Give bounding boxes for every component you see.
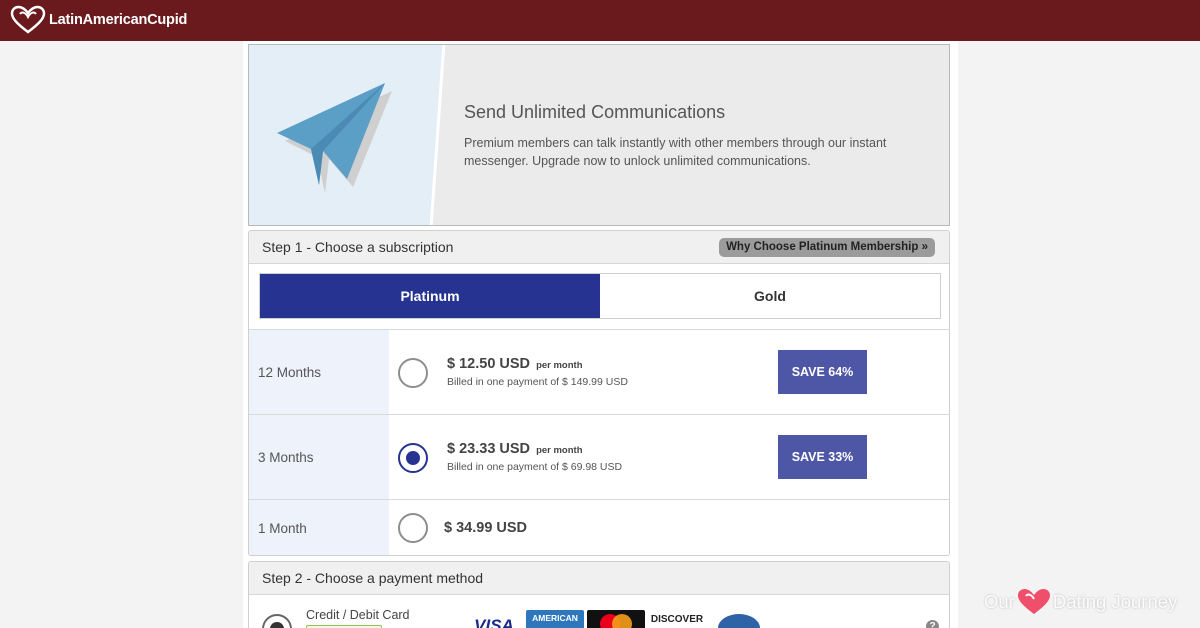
plan-row-1-month[interactable]: 1 Month $ 34.99 USD <box>249 499 949 555</box>
brand-name: LatinAmericanCupid <box>49 12 188 28</box>
banner-description: Premium members can talk instantly with … <box>464 136 887 168</box>
heart-outline-icon <box>10 5 46 34</box>
membership-tabs: Platinum Gold <box>259 273 941 319</box>
plan-radio-12-months[interactable] <box>398 358 428 388</box>
save-badge: SAVE 33% <box>778 435 867 479</box>
payment-radio-card[interactable] <box>262 614 292 628</box>
panel-header: Step 1 - Choose a subscription Why Choos… <box>249 231 949 264</box>
card-logos: VISA AMERICAN DISCOVER <box>465 610 767 628</box>
plan-duration: 12 Months <box>258 365 322 380</box>
plan-radio-3-months[interactable] <box>398 443 428 473</box>
question-circle-icon[interactable]: ? <box>926 620 939 628</box>
watermark-text-left: Our <box>984 591 1015 612</box>
plan-price: $ 23.33 USD per month <box>447 441 583 457</box>
subscription-panel: Step 1 - Choose a subscription Why Choos… <box>248 230 950 556</box>
diners-logo <box>709 610 767 628</box>
tab-gold[interactable]: Gold <box>600 274 940 318</box>
plan-billed-text: Billed in one payment of $ 149.99 USD <box>447 376 628 388</box>
plan-billed-text: Billed in one payment of $ 69.98 USD <box>447 461 623 473</box>
save-badge: SAVE 64% <box>778 350 867 394</box>
tab-platinum[interactable]: Platinum <box>260 274 600 318</box>
mastercard-logo <box>587 610 645 628</box>
why-platinum-button[interactable]: Why Choose Platinum Membership » <box>719 238 935 257</box>
step2-title: Step 2 - Choose a payment method <box>262 570 484 586</box>
plan-duration: 3 Months <box>258 450 314 465</box>
visa-logo: VISA <box>465 610 523 628</box>
brand-logo[interactable]: LatinAmericanCupid <box>10 5 187 35</box>
plan-row-3-months[interactable]: 3 Months $ 23.33 USD per month Billed in… <box>249 414 949 499</box>
watermark: Our Dating Journey <box>984 588 1177 616</box>
banner-title: Send Unlimited Communications <box>464 102 726 122</box>
watermark-text-right: Dating Journey <box>1052 591 1178 612</box>
plan-list: 12 Months $ 12.50 USD per month Billed i… <box>249 329 949 555</box>
payment-panel: Step 2 - Choose a payment method Credit … <box>248 561 950 628</box>
plan-row-12-months[interactable]: 12 Months $ 12.50 USD per month Billed i… <box>249 329 949 414</box>
payment-method-label: Credit / Debit Card <box>306 608 410 622</box>
panel-header: Step 2 - Choose a payment method <box>249 562 949 595</box>
amex-logo: AMERICAN <box>526 610 584 628</box>
plan-radio-1-month[interactable] <box>398 513 428 543</box>
step1-title: Step 1 - Choose a subscription <box>262 239 454 255</box>
top-bar: LatinAmericanCupid <box>0 0 1200 41</box>
discover-logo: DISCOVER <box>648 610 706 628</box>
paper-plane-icon <box>277 83 392 193</box>
plan-price: $ 12.50 USD per month <box>447 356 583 372</box>
plan-price: $ 34.99 USD <box>444 520 528 536</box>
heart-icon <box>1017 589 1050 614</box>
plan-duration: 1 Month <box>258 521 307 536</box>
feature-banner: Send Unlimited Communications Premium me… <box>248 44 950 226</box>
